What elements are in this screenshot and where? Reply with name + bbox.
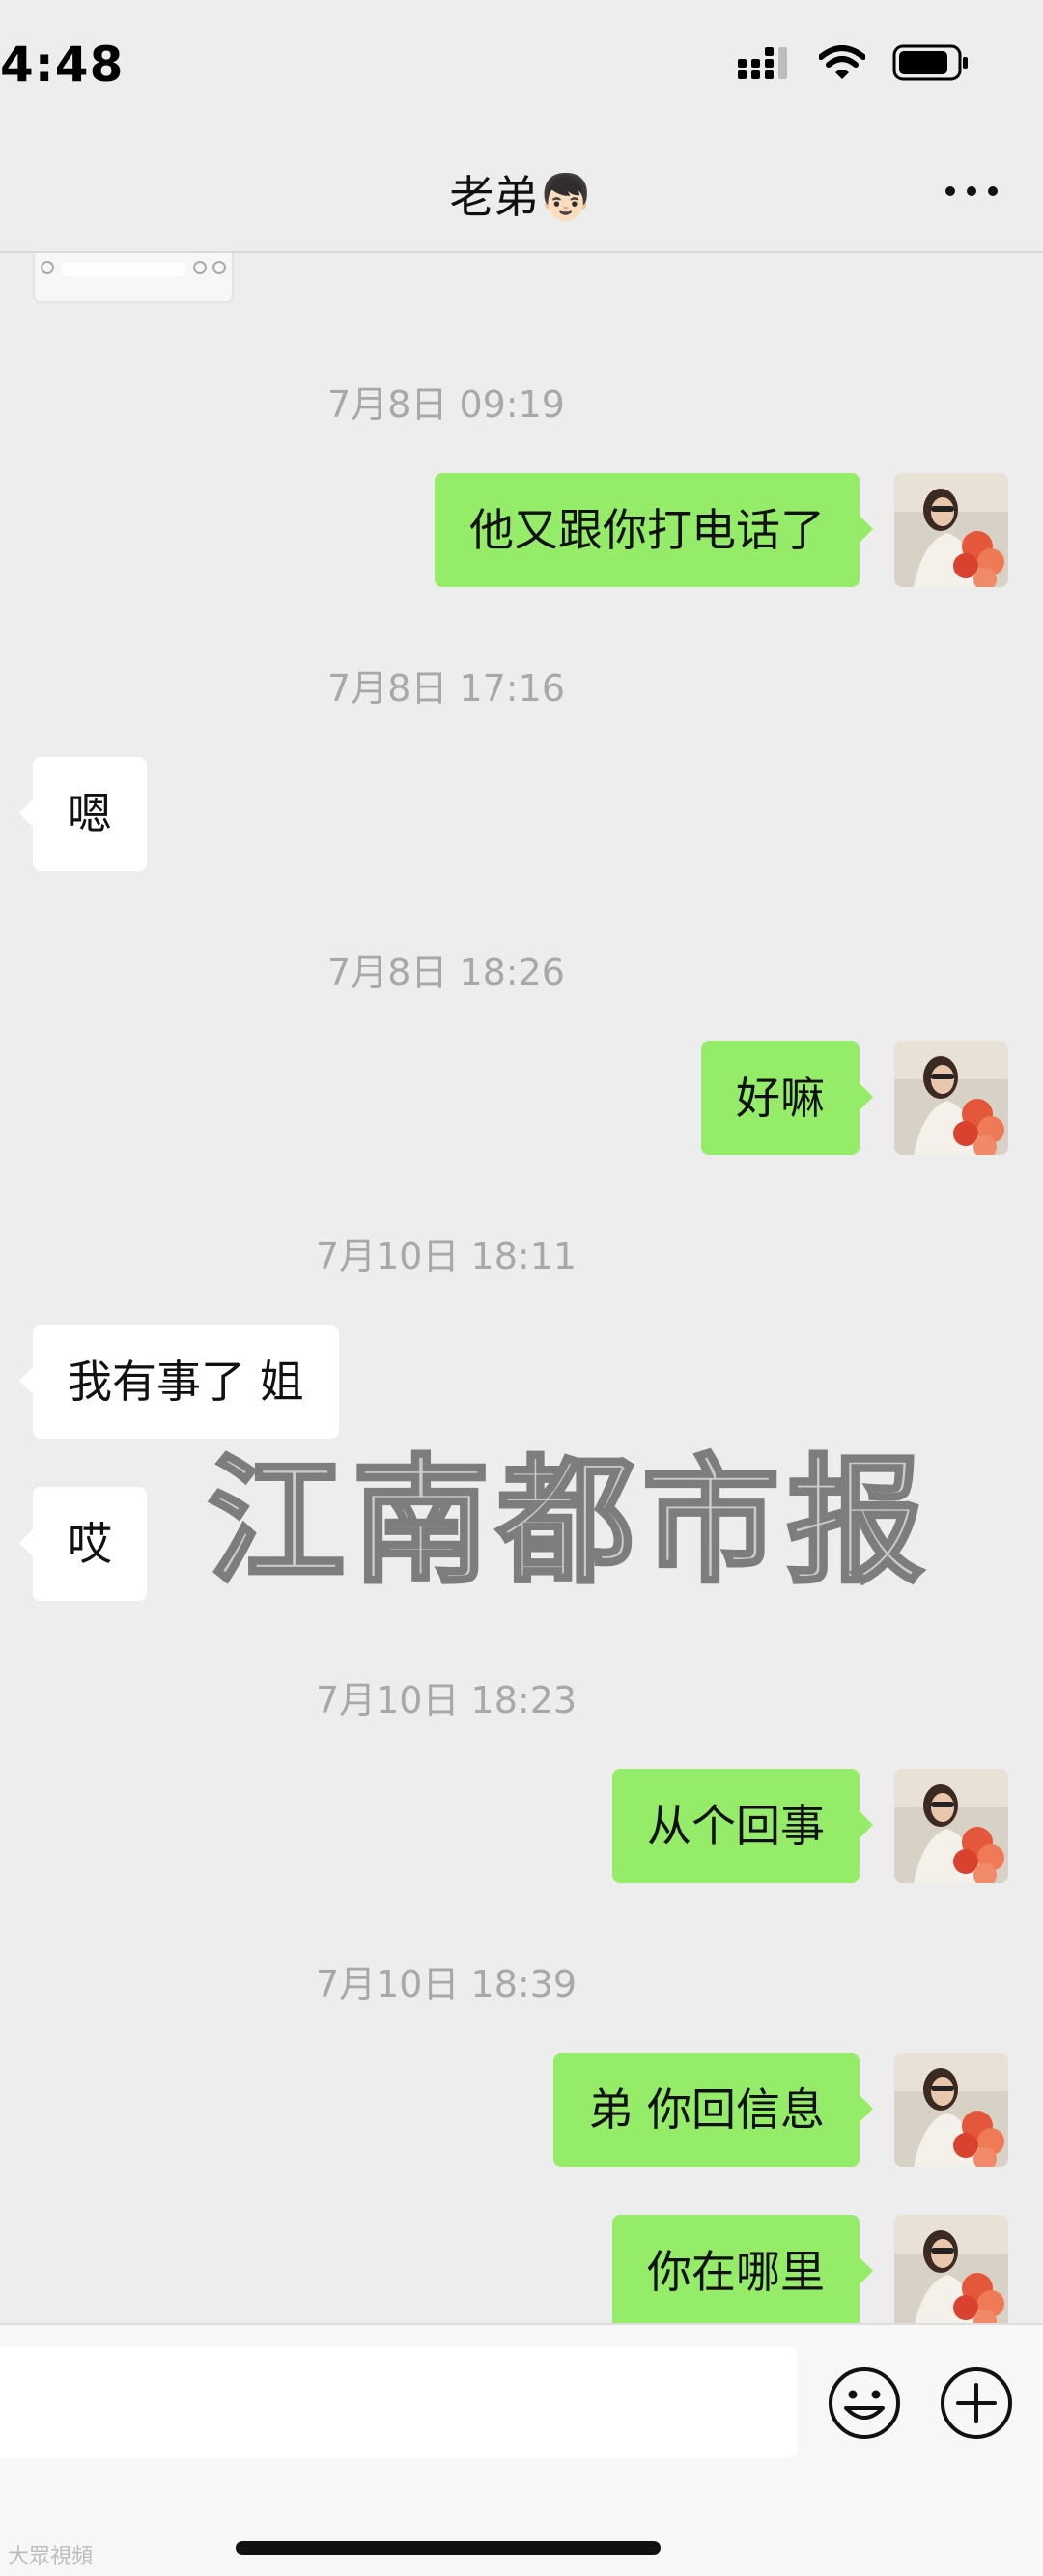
source-watermark: 大眾視頻 — [8, 2545, 94, 2569]
dot-icon — [193, 261, 207, 274]
avatar-self[interactable] — [894, 2215, 1008, 2323]
message-bubble-outgoing[interactable]: 好嘛 — [701, 1041, 873, 1155]
status-time: 4:48 — [0, 37, 125, 93]
timestamp: 7月10日 18:39 — [315, 1963, 578, 2005]
avatar-image — [894, 2053, 1008, 2167]
status-bar: 4:48 — [0, 0, 1043, 135]
status-icons — [738, 44, 970, 81]
message-bubble-outgoing[interactable]: 他又跟你打电话了 — [435, 473, 873, 587]
avatar-image — [894, 1769, 1008, 1883]
battery-icon — [892, 44, 968, 81]
message-bubble-incoming[interactable]: 嗯 — [19, 757, 147, 871]
wifi-icon — [819, 45, 865, 79]
timestamp: 7月10日 18:23 — [315, 1679, 578, 1722]
message-input[interactable] — [0, 2346, 798, 2458]
avatar-image — [894, 473, 1008, 587]
avatar-self[interactable] — [894, 1041, 1008, 1155]
dot-icon — [212, 261, 226, 274]
timestamp: 7月8日 17:16 — [327, 667, 565, 710]
quoted-card — [33, 253, 234, 303]
quoted-card-preview — [62, 263, 185, 276]
cellular-signal-icon — [738, 47, 787, 79]
message-bubble-outgoing[interactable]: 从个回事 — [612, 1769, 873, 1883]
message-list[interactable]: 7月8日 09:19 他又跟你打电话了 7月8日 17:16 嗯 7月8日 18… — [0, 253, 1043, 2323]
avatar-image — [894, 2215, 1008, 2323]
timestamp: 7月8日 09:19 — [327, 383, 565, 426]
dot-icon — [41, 261, 54, 274]
avatar-self[interactable] — [894, 473, 1008, 587]
plus-circle-icon[interactable] — [939, 2366, 1014, 2441]
emoji-face-icon[interactable] — [827, 2366, 902, 2441]
timestamp: 7月10日 18:11 — [315, 1235, 578, 1277]
watermark: 江南都市报 — [206, 1441, 932, 1604]
message-bubble-outgoing[interactable]: 弟 你回信息 — [553, 2053, 873, 2167]
home-indicator[interactable] — [236, 2541, 661, 2555]
message-bubble-outgoing[interactable]: 你在哪里 — [612, 2215, 873, 2323]
chat-header: 老弟👦🏻 — [0, 135, 1043, 253]
avatar-self[interactable] — [894, 2053, 1008, 2167]
input-bar — [0, 2323, 1043, 2576]
avatar-image — [894, 1041, 1008, 1155]
avatar-self[interactable] — [894, 1769, 1008, 1883]
timestamp: 7月8日 18:26 — [327, 951, 565, 994]
chat-title: 老弟👦🏻 — [449, 171, 594, 223]
more-dots-icon[interactable] — [943, 182, 1001, 201]
